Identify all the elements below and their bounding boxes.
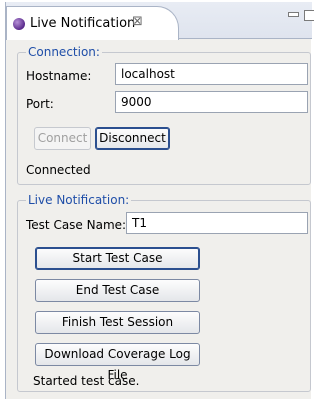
view-tab-bar: Live Notification ⊠ [6,2,314,40]
tab-live-notification[interactable]: Live Notification ⊠ [6,6,179,40]
hostname-label: Hostname: [26,69,92,83]
hostname-input[interactable]: localhost [115,63,308,85]
live-notification-group-title: Live Notification: [26,193,132,208]
connection-group-title: Connection: [26,45,102,60]
test-status: Started test case. [33,374,140,388]
test-case-name-label: Test Case Name: [26,218,127,232]
finish-test-session-button[interactable]: Finish Test Session [35,311,200,334]
live-notification-view: Live Notification ⊠ Connection: Hostname… [5,2,314,399]
connection-status: Connected [26,163,91,177]
tab-label: Live Notification [30,16,136,31]
disconnect-button[interactable]: Disconnect [95,127,170,150]
close-icon[interactable]: ⊠ [132,14,143,30]
end-test-case-button[interactable]: End Test Case [35,279,200,302]
port-label: Port: [26,97,54,111]
download-coverage-log-button[interactable]: Download Coverage Log File [35,343,200,382]
test-case-name-input[interactable]: T1 [126,212,308,234]
connect-button[interactable]: Connect [34,127,91,150]
maximize-icon[interactable] [304,10,314,21]
start-test-case-button[interactable]: Start Test Case [35,247,200,270]
port-input[interactable]: 9000 [115,91,308,113]
eclipse-view-icon [13,18,25,30]
minimize-icon[interactable] [288,12,299,17]
